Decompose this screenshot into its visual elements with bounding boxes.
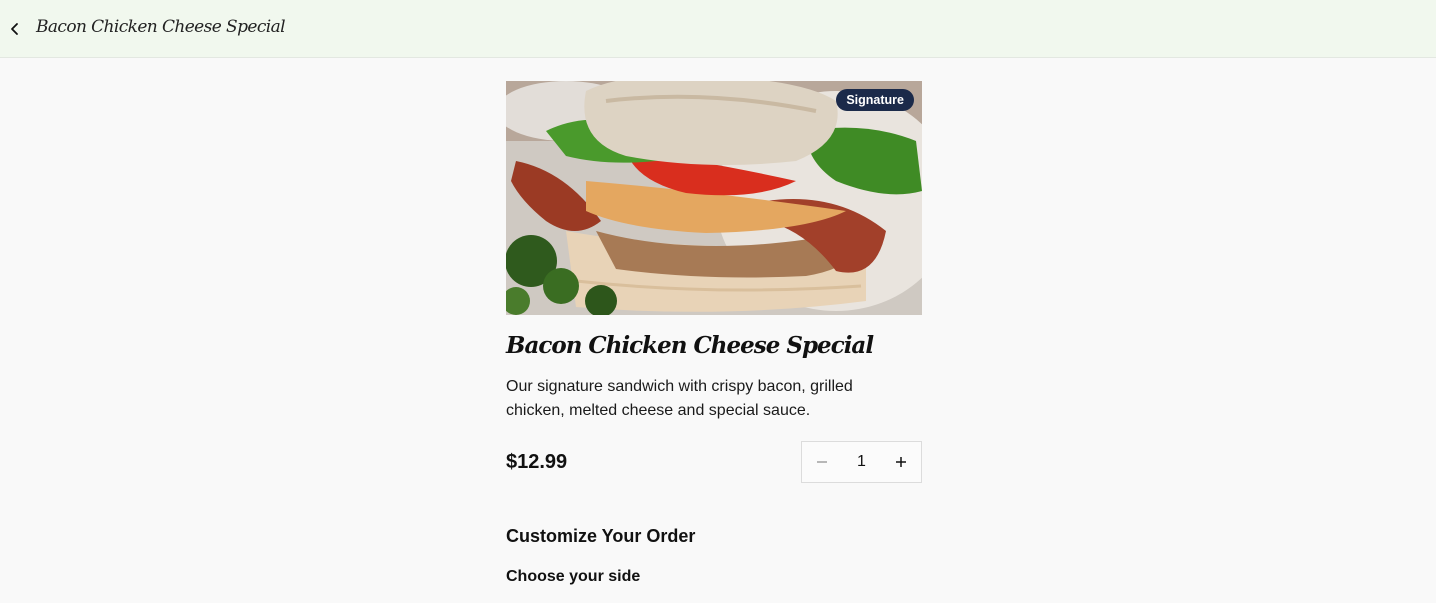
minus-icon xyxy=(817,461,827,463)
choose-side-heading: Choose your side xyxy=(506,568,641,585)
customize-heading: Customize Your Order xyxy=(506,526,696,546)
item-name: Bacon Chicken Cheese Special xyxy=(506,332,874,359)
increase-quantity-button[interactable] xyxy=(881,442,921,482)
signature-badge: Signature xyxy=(836,89,914,111)
quantity-value: 1 xyxy=(857,453,866,470)
quantity-stepper: 1 xyxy=(801,441,922,483)
back-button[interactable] xyxy=(2,16,28,42)
chevron-left-icon xyxy=(11,22,18,35)
item-description: Our signature sandwich with crispy bacon… xyxy=(506,378,853,419)
plus-icon xyxy=(896,457,906,467)
item-price: $12.99 xyxy=(506,450,568,473)
sandwich-photo xyxy=(506,81,922,315)
page-title: Bacon Chicken Cheese Special xyxy=(36,16,286,37)
price-row: $12.99 1 xyxy=(506,441,922,483)
decrease-quantity-button[interactable] xyxy=(802,442,842,482)
top-bar: Bacon Chicken Cheese Special xyxy=(0,0,1436,58)
item-detail: Signature Bacon Chicken Cheese Special O… xyxy=(506,81,922,586)
item-image: Signature xyxy=(506,81,922,315)
